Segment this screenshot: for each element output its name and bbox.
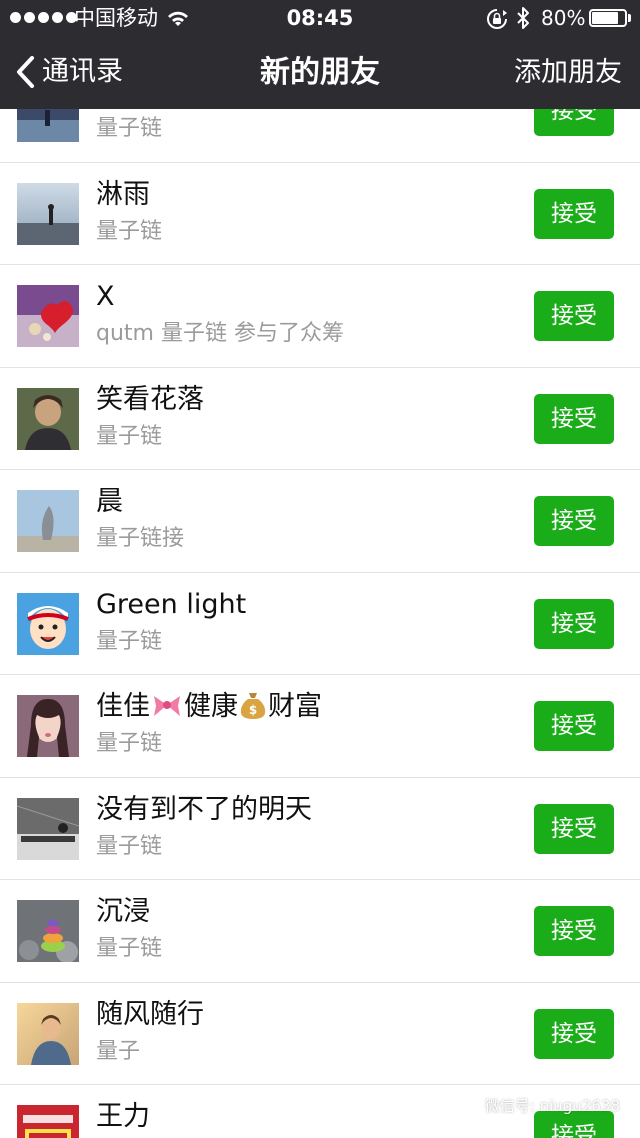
avatar (17, 797, 79, 860)
accept-button[interactable]: 接受 (534, 701, 614, 751)
new-friends-list[interactable]: 量子链 接受 淋雨 量子链 接受 X qutm 量子链 参与了众筹 接受 笑看花… (0, 60, 640, 1138)
friend-request-row[interactable]: X qutm 量子链 参与了众筹 接受 (0, 265, 640, 368)
request-message: 量子链 (96, 423, 163, 449)
friend-request-row[interactable]: Green light 量子链 接受 (0, 572, 640, 675)
request-message: 量子链 (96, 731, 163, 756)
request-message: 量子链 (96, 218, 163, 244)
friend-request-row[interactable]: 笑看花落 量子链 接受 (0, 367, 640, 470)
friend-request-row[interactable]: 随风随行 量子 接受 (0, 982, 640, 1085)
contact-name: 王力 (96, 1101, 150, 1132)
watermark: 微信号: niugu2638 (452, 1090, 620, 1120)
avatar (17, 592, 79, 655)
status-bar: 中国移动 08:45 80% (0, 0, 640, 36)
bluetooth-icon (517, 7, 529, 29)
friend-request-row[interactable]: 淋雨 量子链 接受 (0, 162, 640, 265)
request-message: 量子 (96, 1038, 141, 1064)
svg-text:$: $ (249, 703, 257, 717)
request-message: 量子链 (96, 116, 163, 141)
avatar (17, 490, 79, 552)
accept-button[interactable]: 接受 (534, 803, 614, 854)
avatar (17, 387, 79, 450)
avatar (17, 182, 79, 245)
request-message: 量子链 (96, 833, 163, 859)
accept-button[interactable]: 接受 (534, 1008, 614, 1059)
name-part: 健康 (184, 691, 238, 722)
friend-request-row[interactable]: 晨 量子链接 接受 (0, 470, 640, 573)
contact-name: Green light (96, 588, 247, 620)
add-friend-button[interactable]: 添加朋友 (514, 54, 622, 92)
watermark-text: 微信号: niugu2638 (484, 1096, 620, 1115)
request-message: 量子链接 (96, 526, 185, 551)
avatar (17, 900, 79, 962)
avatar (17, 285, 79, 347)
friend-request-row[interactable]: 佳佳 健康 $ 财富 量子链 接受 (0, 675, 640, 778)
avatar (17, 1002, 79, 1065)
friend-request-row[interactable]: 没有到不了的明天 量子链 接受 (0, 777, 640, 880)
contact-name: X (96, 281, 115, 312)
wechat-icon (452, 1094, 479, 1116)
moneybag-icon: $ (240, 693, 266, 719)
request-message: 量子链 (96, 628, 163, 654)
accept-button[interactable]: 接受 (534, 393, 614, 444)
contact-name: 没有到不了的明天 (96, 793, 312, 825)
accept-button[interactable]: 接受 (534, 188, 614, 239)
navigation-bar: 通讯录 新的朋友 添加朋友 (0, 36, 640, 109)
request-message: qutm 量子链 参与了众筹 (96, 321, 344, 346)
contact-name: 佳佳 健康 $ 财富 (96, 689, 322, 725)
battery-level (592, 12, 618, 24)
new-friends-screen: 量子链 接受 淋雨 量子链 接受 X qutm 量子链 参与了众筹 接受 笑看花… (0, 0, 640, 1138)
battery-icon (589, 9, 633, 27)
contact-name: 淋雨 (96, 178, 150, 210)
accept-button[interactable]: 接受 (534, 291, 614, 341)
contact-name: 随风随行 (96, 998, 204, 1030)
accept-button[interactable]: 接受 (534, 598, 614, 649)
contact-name: 晨 (96, 486, 123, 517)
request-message: 量子链 (96, 936, 163, 961)
contact-name: 沉浸 (96, 896, 150, 927)
ribbon-icon (154, 696, 180, 716)
contact-name: 笑看花落 (96, 383, 204, 415)
battery-percent: 80% (541, 6, 586, 30)
avatar (17, 695, 79, 757)
friend-request-row[interactable]: 沉浸 量子链 接受 (0, 880, 640, 983)
top-bar: 中国移动 08:45 80% 通讯录 新的朋友 添加朋友 (0, 0, 640, 109)
name-part: 财富 (268, 691, 322, 722)
accept-button[interactable]: 接受 (534, 906, 614, 956)
name-part: 佳佳 (96, 691, 150, 722)
avatar (17, 1105, 79, 1138)
rotation-lock-icon (487, 9, 507, 29)
accept-button[interactable]: 接受 (534, 496, 614, 546)
